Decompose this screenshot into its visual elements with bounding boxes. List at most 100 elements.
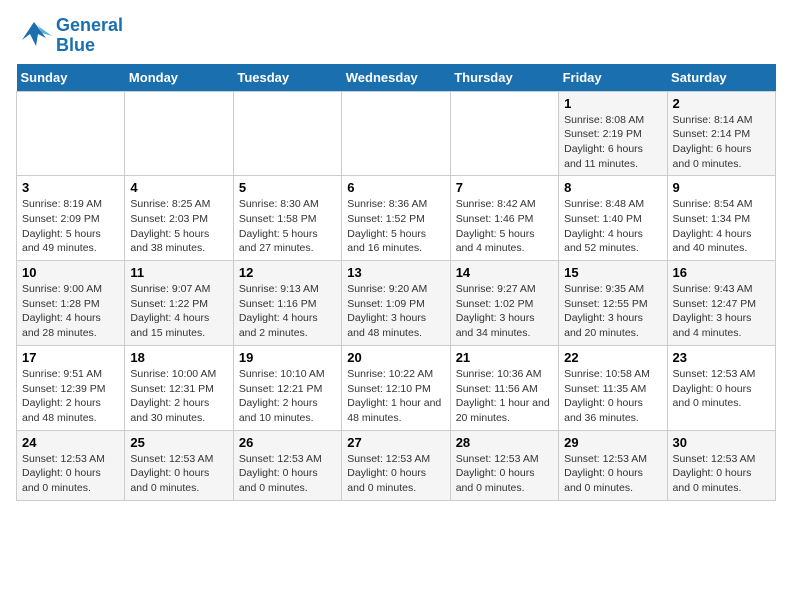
calendar-cell: 18 Sunrise: 10:00 AM Sunset: 12:31 PM Day… xyxy=(125,345,233,430)
day-info: Sunrise: 8:14 AM Sunset: 2:14 PM Dayligh… xyxy=(673,113,770,172)
calendar-cell: 4 Sunrise: 8:25 AM Sunset: 2:03 PM Daylig… xyxy=(125,176,233,261)
calendar-cell: 11 Sunrise: 9:07 AM Sunset: 1:22 PM Dayli… xyxy=(125,261,233,346)
calendar-cell: 12Sunrise: 9:13 AM Sunset: 1:16 PM Dayli… xyxy=(233,261,341,346)
calendar-cell: 19 Sunrise: 10:10 AM Sunset: 12:21 PM Day… xyxy=(233,345,341,430)
calendar-cell: 26 Sunset: 12:53 AM Daylight: 0 hours and… xyxy=(233,430,341,500)
day-info: Sunrise: 8:08 AM Sunset: 2:19 PM Dayligh… xyxy=(564,113,661,172)
calendar-cell: 17Sunrise: 9:51 AM Sunset: 12:39 PM Dayl… xyxy=(17,345,125,430)
calendar-cell: 21Sunrise: 10:36 AM Sunset: 11:56 AM Day… xyxy=(450,345,558,430)
logo: General Blue xyxy=(16,16,123,56)
day-number: 11 xyxy=(130,265,227,280)
calendar-week-row: 1 Sunrise: 8:08 AM Sunset: 2:19 PM Daylig… xyxy=(17,91,776,176)
day-number: 26 xyxy=(239,435,336,450)
day-number: 18 xyxy=(130,350,227,365)
calendar-week-row: 17Sunrise: 9:51 AM Sunset: 12:39 PM Dayl… xyxy=(17,345,776,430)
day-number: 22 xyxy=(564,350,661,365)
calendar-cell: 6 Sunrise: 8:36 AM Sunset: 1:52 PM Daylig… xyxy=(342,176,450,261)
day-number: 27 xyxy=(347,435,444,450)
day-number: 30 xyxy=(673,435,770,450)
day-number: 5 xyxy=(239,180,336,195)
calendar-cell: 5 Sunrise: 8:30 AM Sunset: 1:58 PM Daylig… xyxy=(233,176,341,261)
day-number: 8 xyxy=(564,180,661,195)
day-info: Sunset: 12:53 AM Daylight: 0 hours and 0… xyxy=(239,452,336,496)
day-number: 1 xyxy=(564,96,661,111)
day-info: Sunrise: 10:36 AM Sunset: 11:56 AM Dayli… xyxy=(456,367,553,426)
calendar-cell: 9Sunrise: 8:54 AM Sunset: 1:34 PM Daylig… xyxy=(667,176,775,261)
day-number: 10 xyxy=(22,265,119,280)
day-info: Sunrise: 8:30 AM Sunset: 1:58 PM Dayligh… xyxy=(239,197,336,256)
calendar-cell: 23 Sunset: 12:53 AM Daylight: 0 hours and… xyxy=(667,345,775,430)
day-info: Sunrise: 9:35 AM Sunset: 12:55 PM Daylig… xyxy=(564,282,661,341)
logo-text: General Blue xyxy=(56,16,123,56)
calendar-table: SundayMondayTuesdayWednesdayThursdayFrid… xyxy=(16,64,776,501)
weekday-header-thursday: Thursday xyxy=(450,64,558,92)
calendar-cell: 13 Sunrise: 9:20 AM Sunset: 1:09 PM Dayli… xyxy=(342,261,450,346)
day-info: Sunrise: 8:36 AM Sunset: 1:52 PM Dayligh… xyxy=(347,197,444,256)
calendar-cell: 15 Sunrise: 9:35 AM Sunset: 12:55 PM Dayl… xyxy=(559,261,667,346)
weekday-header-sunday: Sunday xyxy=(17,64,125,92)
calendar-cell: 2 Sunrise: 8:14 AM Sunset: 2:14 PM Daylig… xyxy=(667,91,775,176)
day-number: 7 xyxy=(456,180,553,195)
day-info: Sunrise: 9:00 AM Sunset: 1:28 PM Dayligh… xyxy=(22,282,119,341)
logo-icon xyxy=(16,18,52,54)
day-number: 15 xyxy=(564,265,661,280)
day-info: Sunset: 12:53 AM Daylight: 0 hours and 0… xyxy=(673,367,770,411)
calendar-cell: 1 Sunrise: 8:08 AM Sunset: 2:19 PM Daylig… xyxy=(559,91,667,176)
calendar-cell xyxy=(125,91,233,176)
calendar-cell: 14Sunrise: 9:27 AM Sunset: 1:02 PM Dayli… xyxy=(450,261,558,346)
calendar-cell: 24 Sunset: 12:53 AM Daylight: 0 hours and… xyxy=(17,430,125,500)
day-info: Sunset: 12:53 AM Daylight: 0 hours and 0… xyxy=(564,452,661,496)
day-info: Sunrise: 8:42 AM Sunset: 1:46 PM Dayligh… xyxy=(456,197,553,256)
day-info: Sunrise: 8:25 AM Sunset: 2:03 PM Dayligh… xyxy=(130,197,227,256)
day-number: 13 xyxy=(347,265,444,280)
calendar-cell xyxy=(342,91,450,176)
day-info: Sunrise: 10:10 AM Sunset: 12:21 PM Dayli… xyxy=(239,367,336,426)
weekday-header-saturday: Saturday xyxy=(667,64,775,92)
day-number: 3 xyxy=(22,180,119,195)
day-number: 23 xyxy=(673,350,770,365)
day-info: Sunset: 12:53 AM Daylight: 0 hours and 0… xyxy=(22,452,119,496)
day-info: Sunset: 12:53 AM Daylight: 0 hours and 0… xyxy=(456,452,553,496)
day-number: 4 xyxy=(130,180,227,195)
weekday-header-friday: Friday xyxy=(559,64,667,92)
calendar-cell: 10 Sunrise: 9:00 AM Sunset: 1:28 PM Dayli… xyxy=(17,261,125,346)
calendar-cell: 25 Sunset: 12:53 AM Daylight: 0 hours and… xyxy=(125,430,233,500)
day-number: 2 xyxy=(673,96,770,111)
day-number: 20 xyxy=(347,350,444,365)
day-number: 19 xyxy=(239,350,336,365)
day-number: 12 xyxy=(239,265,336,280)
day-info: Sunset: 12:53 AM Daylight: 0 hours and 0… xyxy=(347,452,444,496)
day-info: Sunrise: 8:19 AM Sunset: 2:09 PM Dayligh… xyxy=(22,197,119,256)
day-number: 6 xyxy=(347,180,444,195)
day-info: Sunset: 12:53 AM Daylight: 0 hours and 0… xyxy=(130,452,227,496)
day-number: 16 xyxy=(673,265,770,280)
day-number: 24 xyxy=(22,435,119,450)
calendar-week-row: 3 Sunrise: 8:19 AM Sunset: 2:09 PM Daylig… xyxy=(17,176,776,261)
day-number: 25 xyxy=(130,435,227,450)
calendar-cell: 8 Sunrise: 8:48 AM Sunset: 1:40 PM Daylig… xyxy=(559,176,667,261)
day-info: Sunrise: 9:51 AM Sunset: 12:39 PM Daylig… xyxy=(22,367,119,426)
day-info: Sunrise: 8:48 AM Sunset: 1:40 PM Dayligh… xyxy=(564,197,661,256)
weekday-header-wednesday: Wednesday xyxy=(342,64,450,92)
calendar-cell: 30 Sunset: 12:53 AM Daylight: 0 hours and… xyxy=(667,430,775,500)
day-info: Sunrise: 10:22 AM Sunset: 12:10 PM Dayli… xyxy=(347,367,444,426)
day-info: Sunrise: 10:00 AM Sunset: 12:31 PM Dayli… xyxy=(130,367,227,426)
day-number: 29 xyxy=(564,435,661,450)
calendar-cell: 29 Sunset: 12:53 AM Daylight: 0 hours and… xyxy=(559,430,667,500)
calendar-cell: 22 Sunrise: 10:58 AM Sunset: 11:35 AM Day… xyxy=(559,345,667,430)
calendar-cell xyxy=(17,91,125,176)
day-info: Sunrise: 8:54 AM Sunset: 1:34 PM Dayligh… xyxy=(673,197,770,256)
day-info: Sunrise: 9:07 AM Sunset: 1:22 PM Dayligh… xyxy=(130,282,227,341)
calendar-cell: 27 Sunset: 12:53 AM Daylight: 0 hours and… xyxy=(342,430,450,500)
day-info: Sunrise: 10:58 AM Sunset: 11:35 AM Dayli… xyxy=(564,367,661,426)
day-info: Sunset: 12:53 AM Daylight: 0 hours and 0… xyxy=(673,452,770,496)
page-header: General Blue xyxy=(16,16,776,56)
calendar-cell xyxy=(450,91,558,176)
day-number: 14 xyxy=(456,265,553,280)
calendar-cell: 28Sunset: 12:53 AM Daylight: 0 hours and… xyxy=(450,430,558,500)
calendar-cell xyxy=(233,91,341,176)
day-info: Sunrise: 9:20 AM Sunset: 1:09 PM Dayligh… xyxy=(347,282,444,341)
weekday-header-monday: Monday xyxy=(125,64,233,92)
calendar-cell: 16Sunrise: 9:43 AM Sunset: 12:47 PM Dayl… xyxy=(667,261,775,346)
weekday-header-tuesday: Tuesday xyxy=(233,64,341,92)
